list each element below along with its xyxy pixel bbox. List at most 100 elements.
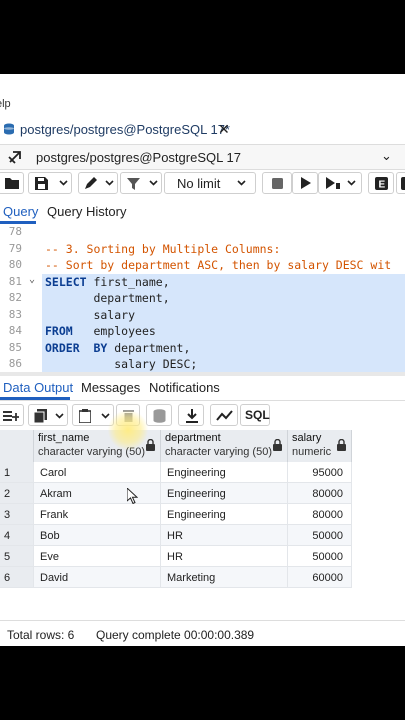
cell-salary[interactable]: 80000 xyxy=(288,483,352,504)
query-toolbar: No limit E xyxy=(0,170,405,196)
add-row-button[interactable] xyxy=(0,404,24,426)
row-number[interactable]: 5 xyxy=(0,546,34,567)
tab-query-history[interactable]: Query History xyxy=(47,204,126,219)
result-tabs: Data Output Messages Notifications xyxy=(0,376,405,401)
column-type: numeric xyxy=(292,446,332,458)
pencil-icon xyxy=(85,177,97,189)
row-number[interactable]: 2 xyxy=(0,483,34,504)
mouse-pointer-icon xyxy=(127,488,138,504)
stop-icon xyxy=(272,178,283,189)
sql-editor[interactable]: 78 79 -- 3. Sorting by Multiple Columns:… xyxy=(0,224,405,373)
save-icon xyxy=(35,177,48,190)
table-row[interactable]: 1 Carol Engineering 95000 xyxy=(0,462,352,483)
table-row[interactable]: 5 Eve HR 50000 xyxy=(0,546,352,567)
row-number[interactable]: 6 xyxy=(0,567,34,588)
cell-first-name[interactable]: David xyxy=(34,567,161,588)
line-number: 81 xyxy=(8,274,22,288)
cell-department[interactable]: Engineering xyxy=(161,462,288,483)
cell-first-name[interactable]: Frank xyxy=(34,504,161,525)
table-row[interactable]: 6 David Marketing 60000 xyxy=(0,567,352,588)
cell-salary[interactable]: 50000 xyxy=(288,546,352,567)
filter-icon xyxy=(127,178,140,190)
column-header-department[interactable]: department character varying (50) xyxy=(161,430,288,462)
sql-text: department, xyxy=(45,291,170,305)
line-number: 83 xyxy=(8,307,22,321)
download-button[interactable] xyxy=(178,404,204,426)
save-button[interactable] xyxy=(28,172,72,194)
limit-select[interactable]: No limit xyxy=(164,172,256,194)
editor-line: 80 -- Sort by department ASC, then by sa… xyxy=(0,257,405,274)
cell-first-name[interactable]: Carol xyxy=(34,462,161,483)
filter-button[interactable] xyxy=(120,172,162,194)
line-number: 78 xyxy=(8,225,22,238)
status-bar: Total rows: 6 Query complete 00:00:00.38… xyxy=(0,620,405,646)
cell-first-name[interactable]: Eve xyxy=(34,546,161,567)
edit-button[interactable] xyxy=(78,172,118,194)
close-tab-icon[interactable]: ✕ xyxy=(218,121,230,138)
connection-status-icon xyxy=(8,151,21,164)
paste-button[interactable] xyxy=(72,404,114,426)
chevron-down-icon xyxy=(59,180,68,186)
cell-department[interactable]: Marketing xyxy=(161,567,288,588)
line-number: 85 xyxy=(8,340,22,354)
sql-button[interactable]: SQL xyxy=(240,404,270,426)
table-row[interactable]: 2 Akram Engineering 80000 xyxy=(0,483,352,504)
tab-messages[interactable]: Messages xyxy=(81,380,140,395)
database-save-icon xyxy=(153,409,166,423)
column-header-salary[interactable]: salary numeric xyxy=(288,430,352,462)
svg-text:E: E xyxy=(379,180,386,191)
sql-icon: SQL xyxy=(245,408,270,422)
execute-button[interactable] xyxy=(292,172,318,194)
open-file-button[interactable] xyxy=(0,172,24,194)
copy-button[interactable] xyxy=(28,404,68,426)
add-row-icon xyxy=(3,411,19,421)
query-complete-label: Query complete 00:00:00.389 xyxy=(96,628,255,642)
cell-salary[interactable]: 60000 xyxy=(288,567,352,588)
connection-label: postgres/postgres@PostgreSQL 17 xyxy=(36,150,241,165)
code-comment: -- Sort by department ASC, then by salar… xyxy=(45,258,392,272)
cell-first-name[interactable]: Bob xyxy=(34,525,161,546)
cell-salary[interactable]: 95000 xyxy=(288,462,352,483)
sql-keyword: ORDER BY xyxy=(45,340,108,355)
copy-icon xyxy=(34,409,47,423)
explain-button[interactable]: E xyxy=(368,172,394,194)
explain-icon: E xyxy=(375,177,388,190)
cell-salary[interactable]: 50000 xyxy=(288,525,352,546)
menu-bar: elp xyxy=(0,74,405,110)
lock-icon xyxy=(337,439,346,451)
editor-tabs: Query Query History xyxy=(0,200,405,225)
cell-department[interactable]: HR xyxy=(161,546,288,567)
chevron-down-icon[interactable]: ⌄ xyxy=(381,148,392,164)
tab-data-output[interactable]: Data Output xyxy=(3,380,73,395)
cell-department[interactable]: Engineering xyxy=(161,504,288,525)
connection-selector[interactable]: postgres/postgres@PostgreSQL 17 ⌄ xyxy=(0,144,405,170)
table-row[interactable]: 4 Bob HR 50000 xyxy=(0,525,352,546)
chevron-down-icon xyxy=(347,180,356,186)
tab-query[interactable]: Query xyxy=(3,204,38,219)
cell-first-name[interactable]: Akram xyxy=(34,483,161,504)
row-number[interactable]: 1 xyxy=(0,462,34,483)
explain-analyze-button[interactable] xyxy=(396,172,405,194)
line-number: 80 xyxy=(8,258,22,271)
row-number[interactable]: 3 xyxy=(0,504,34,525)
sql-keyword: SELECT xyxy=(45,274,87,289)
save-data-button[interactable] xyxy=(146,404,172,426)
chevron-down-icon xyxy=(105,180,114,186)
query-tab-title[interactable]: postgres/postgres@PostgreSQL 17* xyxy=(20,122,230,137)
table-row[interactable]: 3 Frank Engineering 80000 xyxy=(0,504,352,525)
line-number: 84 xyxy=(8,324,22,337)
total-rows-label: Total rows: 6 xyxy=(7,628,75,642)
cell-department[interactable]: Engineering xyxy=(161,483,288,504)
cell-salary[interactable]: 80000 xyxy=(288,504,352,525)
code-comment: -- 3. Sorting by Multiple Columns: xyxy=(45,241,281,256)
graph-visualiser-button[interactable] xyxy=(210,404,238,426)
tab-notifications[interactable]: Notifications xyxy=(149,380,220,395)
cell-department[interactable]: HR xyxy=(161,525,288,546)
row-number[interactable]: 4 xyxy=(0,525,34,546)
stop-button[interactable] xyxy=(262,172,292,194)
line-number: 79 xyxy=(8,241,22,255)
execute-options-button[interactable] xyxy=(318,172,362,194)
editor-line: 84 FROM employees xyxy=(0,323,405,340)
sql-text: department, xyxy=(107,340,191,355)
menu-help-partial[interactable]: elp xyxy=(0,98,11,110)
